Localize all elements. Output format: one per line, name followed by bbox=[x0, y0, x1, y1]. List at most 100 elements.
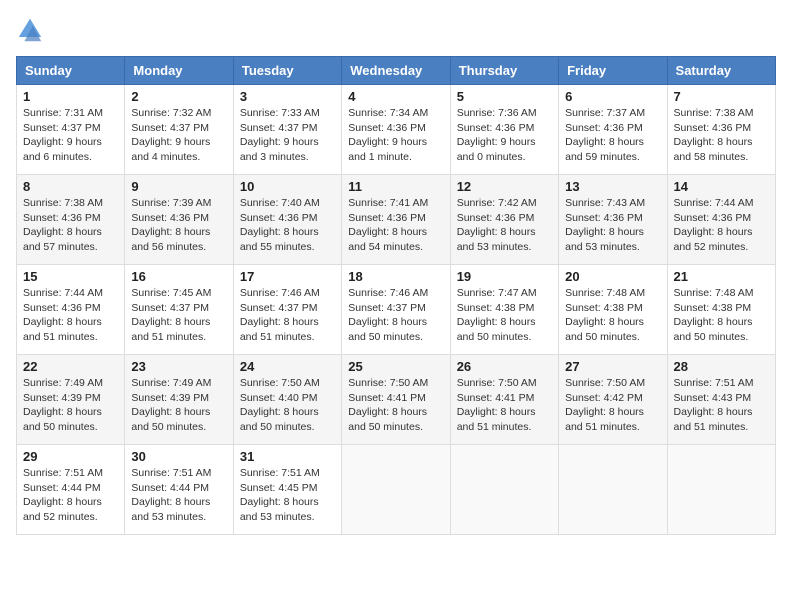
day-info: Sunrise: 7:41 AMSunset: 4:36 PMDaylight:… bbox=[348, 197, 428, 253]
day-info: Sunrise: 7:50 AMSunset: 4:42 PMDaylight:… bbox=[565, 377, 645, 433]
calendar-cell: 15 Sunrise: 7:44 AMSunset: 4:36 PMDaylig… bbox=[17, 265, 125, 355]
calendar-week-row: 15 Sunrise: 7:44 AMSunset: 4:36 PMDaylig… bbox=[17, 265, 776, 355]
day-number: 26 bbox=[457, 359, 552, 374]
day-number: 8 bbox=[23, 179, 118, 194]
calendar-week-row: 22 Sunrise: 7:49 AMSunset: 4:39 PMDaylig… bbox=[17, 355, 776, 445]
day-number: 22 bbox=[23, 359, 118, 374]
calendar-cell: 2 Sunrise: 7:32 AMSunset: 4:37 PMDayligh… bbox=[125, 85, 233, 175]
day-info: Sunrise: 7:43 AMSunset: 4:36 PMDaylight:… bbox=[565, 197, 645, 253]
calendar-cell: 22 Sunrise: 7:49 AMSunset: 4:39 PMDaylig… bbox=[17, 355, 125, 445]
calendar-cell bbox=[342, 445, 450, 535]
calendar-header-row: SundayMondayTuesdayWednesdayThursdayFrid… bbox=[17, 57, 776, 85]
day-number: 16 bbox=[131, 269, 226, 284]
day-number: 28 bbox=[674, 359, 769, 374]
day-info: Sunrise: 7:33 AMSunset: 4:37 PMDaylight:… bbox=[240, 107, 320, 163]
header-friday: Friday bbox=[559, 57, 667, 85]
calendar-cell bbox=[559, 445, 667, 535]
calendar-cell: 18 Sunrise: 7:46 AMSunset: 4:37 PMDaylig… bbox=[342, 265, 450, 355]
calendar-cell: 14 Sunrise: 7:44 AMSunset: 4:36 PMDaylig… bbox=[667, 175, 775, 265]
day-number: 14 bbox=[674, 179, 769, 194]
day-info: Sunrise: 7:50 AMSunset: 4:41 PMDaylight:… bbox=[457, 377, 537, 433]
day-number: 7 bbox=[674, 89, 769, 104]
calendar-cell: 10 Sunrise: 7:40 AMSunset: 4:36 PMDaylig… bbox=[233, 175, 341, 265]
day-info: Sunrise: 7:50 AMSunset: 4:40 PMDaylight:… bbox=[240, 377, 320, 433]
day-info: Sunrise: 7:48 AMSunset: 4:38 PMDaylight:… bbox=[565, 287, 645, 343]
day-number: 12 bbox=[457, 179, 552, 194]
calendar-cell: 16 Sunrise: 7:45 AMSunset: 4:37 PMDaylig… bbox=[125, 265, 233, 355]
day-number: 15 bbox=[23, 269, 118, 284]
calendar-week-row: 8 Sunrise: 7:38 AMSunset: 4:36 PMDayligh… bbox=[17, 175, 776, 265]
page-header bbox=[16, 16, 776, 44]
logo-icon bbox=[16, 16, 44, 44]
day-number: 30 bbox=[131, 449, 226, 464]
day-number: 10 bbox=[240, 179, 335, 194]
day-info: Sunrise: 7:38 AMSunset: 4:36 PMDaylight:… bbox=[674, 107, 754, 163]
day-info: Sunrise: 7:49 AMSunset: 4:39 PMDaylight:… bbox=[23, 377, 103, 433]
day-info: Sunrise: 7:49 AMSunset: 4:39 PMDaylight:… bbox=[131, 377, 211, 433]
calendar-cell: 6 Sunrise: 7:37 AMSunset: 4:36 PMDayligh… bbox=[559, 85, 667, 175]
day-info: Sunrise: 7:38 AMSunset: 4:36 PMDaylight:… bbox=[23, 197, 103, 253]
day-number: 21 bbox=[674, 269, 769, 284]
calendar-cell: 25 Sunrise: 7:50 AMSunset: 4:41 PMDaylig… bbox=[342, 355, 450, 445]
day-info: Sunrise: 7:44 AMSunset: 4:36 PMDaylight:… bbox=[23, 287, 103, 343]
day-number: 29 bbox=[23, 449, 118, 464]
header-tuesday: Tuesday bbox=[233, 57, 341, 85]
calendar-cell bbox=[667, 445, 775, 535]
day-number: 3 bbox=[240, 89, 335, 104]
day-number: 24 bbox=[240, 359, 335, 374]
day-number: 19 bbox=[457, 269, 552, 284]
day-number: 9 bbox=[131, 179, 226, 194]
day-info: Sunrise: 7:46 AMSunset: 4:37 PMDaylight:… bbox=[240, 287, 320, 343]
calendar-table: SundayMondayTuesdayWednesdayThursdayFrid… bbox=[16, 56, 776, 535]
day-info: Sunrise: 7:40 AMSunset: 4:36 PMDaylight:… bbox=[240, 197, 320, 253]
day-number: 25 bbox=[348, 359, 443, 374]
day-info: Sunrise: 7:44 AMSunset: 4:36 PMDaylight:… bbox=[674, 197, 754, 253]
calendar-cell: 4 Sunrise: 7:34 AMSunset: 4:36 PMDayligh… bbox=[342, 85, 450, 175]
day-info: Sunrise: 7:51 AMSunset: 4:45 PMDaylight:… bbox=[240, 467, 320, 523]
day-info: Sunrise: 7:51 AMSunset: 4:43 PMDaylight:… bbox=[674, 377, 754, 433]
day-number: 11 bbox=[348, 179, 443, 194]
calendar-cell: 23 Sunrise: 7:49 AMSunset: 4:39 PMDaylig… bbox=[125, 355, 233, 445]
day-number: 6 bbox=[565, 89, 660, 104]
day-info: Sunrise: 7:46 AMSunset: 4:37 PMDaylight:… bbox=[348, 287, 428, 343]
calendar-cell: 12 Sunrise: 7:42 AMSunset: 4:36 PMDaylig… bbox=[450, 175, 558, 265]
calendar-cell: 19 Sunrise: 7:47 AMSunset: 4:38 PMDaylig… bbox=[450, 265, 558, 355]
calendar-week-row: 29 Sunrise: 7:51 AMSunset: 4:44 PMDaylig… bbox=[17, 445, 776, 535]
day-number: 31 bbox=[240, 449, 335, 464]
day-info: Sunrise: 7:34 AMSunset: 4:36 PMDaylight:… bbox=[348, 107, 428, 163]
day-info: Sunrise: 7:31 AMSunset: 4:37 PMDaylight:… bbox=[23, 107, 103, 163]
day-number: 1 bbox=[23, 89, 118, 104]
day-number: 13 bbox=[565, 179, 660, 194]
calendar-cell: 17 Sunrise: 7:46 AMSunset: 4:37 PMDaylig… bbox=[233, 265, 341, 355]
calendar-cell: 29 Sunrise: 7:51 AMSunset: 4:44 PMDaylig… bbox=[17, 445, 125, 535]
calendar-cell: 5 Sunrise: 7:36 AMSunset: 4:36 PMDayligh… bbox=[450, 85, 558, 175]
calendar-cell: 24 Sunrise: 7:50 AMSunset: 4:40 PMDaylig… bbox=[233, 355, 341, 445]
calendar-cell: 11 Sunrise: 7:41 AMSunset: 4:36 PMDaylig… bbox=[342, 175, 450, 265]
day-info: Sunrise: 7:42 AMSunset: 4:36 PMDaylight:… bbox=[457, 197, 537, 253]
day-info: Sunrise: 7:32 AMSunset: 4:37 PMDaylight:… bbox=[131, 107, 211, 163]
calendar-cell: 1 Sunrise: 7:31 AMSunset: 4:37 PMDayligh… bbox=[17, 85, 125, 175]
calendar-cell: 30 Sunrise: 7:51 AMSunset: 4:44 PMDaylig… bbox=[125, 445, 233, 535]
calendar-cell: 21 Sunrise: 7:48 AMSunset: 4:38 PMDaylig… bbox=[667, 265, 775, 355]
header-wednesday: Wednesday bbox=[342, 57, 450, 85]
header-saturday: Saturday bbox=[667, 57, 775, 85]
day-info: Sunrise: 7:45 AMSunset: 4:37 PMDaylight:… bbox=[131, 287, 211, 343]
day-number: 18 bbox=[348, 269, 443, 284]
logo bbox=[16, 16, 48, 44]
calendar-cell: 7 Sunrise: 7:38 AMSunset: 4:36 PMDayligh… bbox=[667, 85, 775, 175]
header-sunday: Sunday bbox=[17, 57, 125, 85]
day-info: Sunrise: 7:51 AMSunset: 4:44 PMDaylight:… bbox=[131, 467, 211, 523]
header-thursday: Thursday bbox=[450, 57, 558, 85]
calendar-cell: 8 Sunrise: 7:38 AMSunset: 4:36 PMDayligh… bbox=[17, 175, 125, 265]
calendar-cell bbox=[450, 445, 558, 535]
calendar-cell: 9 Sunrise: 7:39 AMSunset: 4:36 PMDayligh… bbox=[125, 175, 233, 265]
day-info: Sunrise: 7:51 AMSunset: 4:44 PMDaylight:… bbox=[23, 467, 103, 523]
header-monday: Monday bbox=[125, 57, 233, 85]
day-info: Sunrise: 7:48 AMSunset: 4:38 PMDaylight:… bbox=[674, 287, 754, 343]
calendar-cell: 13 Sunrise: 7:43 AMSunset: 4:36 PMDaylig… bbox=[559, 175, 667, 265]
day-info: Sunrise: 7:39 AMSunset: 4:36 PMDaylight:… bbox=[131, 197, 211, 253]
day-info: Sunrise: 7:50 AMSunset: 4:41 PMDaylight:… bbox=[348, 377, 428, 433]
calendar-cell: 20 Sunrise: 7:48 AMSunset: 4:38 PMDaylig… bbox=[559, 265, 667, 355]
day-number: 4 bbox=[348, 89, 443, 104]
calendar-cell: 28 Sunrise: 7:51 AMSunset: 4:43 PMDaylig… bbox=[667, 355, 775, 445]
